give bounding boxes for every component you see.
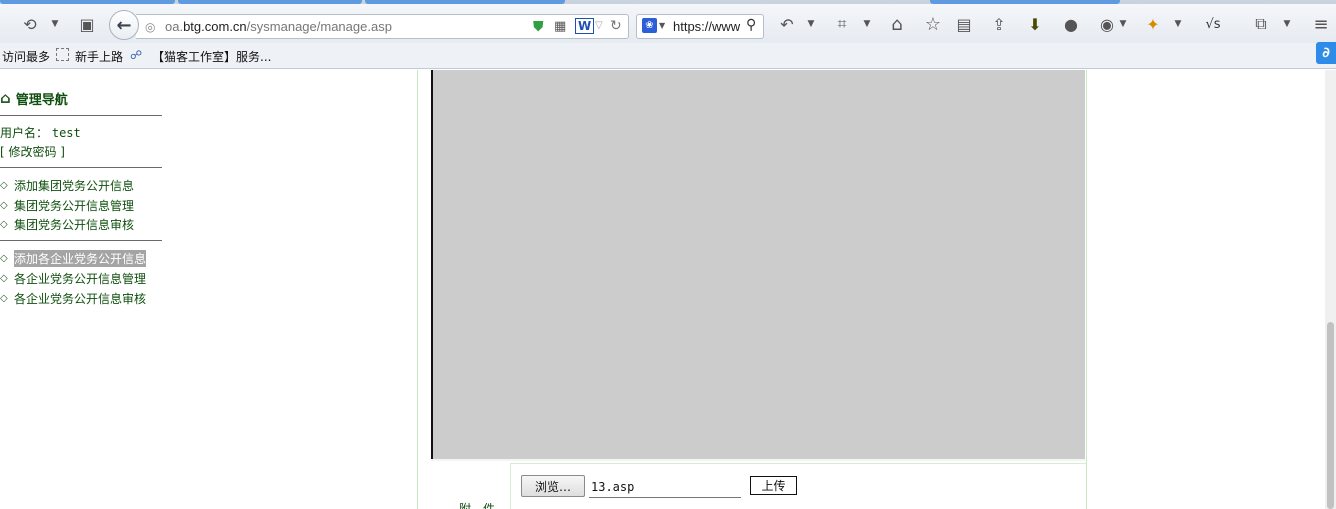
divider — [0, 167, 162, 168]
content-editor[interactable] — [431, 70, 1085, 459]
nav-heading: ⌂ 管理导航 — [0, 88, 68, 108]
crop-icon[interactable]: ⌗ — [831, 14, 853, 34]
form-frame: 附件 浏览… 上传 — [417, 70, 1087, 509]
word-icon[interactable]: W — [575, 18, 595, 34]
menu-label: 集团党务公开信息审核 — [14, 217, 135, 232]
change-password-link[interactable]: [ 修改密码 ] — [0, 143, 65, 160]
dropdown-icon[interactable]: ▽ — [595, 20, 603, 31]
bookmark-star-icon[interactable]: ☆ — [922, 13, 944, 35]
navigation-toolbar: ⟲ ▼ ▣ ◎ oa.btg.com.cn/sysmanage/manage.a… — [0, 4, 1336, 43]
download-icon[interactable]: ⬇ — [1024, 14, 1046, 34]
qr-code-icon[interactable]: ▦ — [554, 19, 566, 34]
home-icon[interactable]: ⌂ — [886, 13, 908, 35]
chevron-down-icon[interactable]: ▼ — [1280, 16, 1294, 32]
chevron-down-icon[interactable]: ▼ — [1171, 16, 1185, 32]
share-icon[interactable]: ⇪ — [988, 14, 1010, 34]
bookmark-maoke-studio[interactable]: 【猫客工作室】服务... — [152, 48, 271, 65]
sidebar-tool-icon[interactable]: ∂ — [1316, 42, 1336, 64]
globe-icon: ◎ — [145, 20, 156, 34]
menu-label: 各企业党务公开信息审核 — [14, 291, 147, 306]
addon-icon[interactable]: ◉ — [1096, 14, 1118, 34]
diamond-icon: ◇ — [0, 218, 8, 230]
diamond-icon: ◇ — [0, 272, 8, 284]
diamond-icon: ◇ — [0, 179, 8, 191]
username-label: 用户名： — [0, 126, 49, 140]
file-path-field[interactable] — [589, 476, 741, 498]
url-host: btg.com.cn — [183, 19, 247, 34]
script-toggle[interactable]: √s — [1200, 14, 1226, 34]
page-content: ⌂ 管理导航 用户名： test [ 修改密码 ] ◇ 添加集团党务公开信息 ◇… — [0, 70, 1325, 509]
divider — [0, 115, 162, 116]
address-bar[interactable]: ◎ oa.btg.com.cn/sysmanage/manage.asp ⛊ ▦… — [136, 14, 629, 39]
url-path: /sysmanage/manage.asp — [246, 19, 392, 34]
bookmark-most-visited[interactable]: 访问最多 — [2, 48, 50, 65]
bookmark-getting-started[interactable]: 新手上路 — [75, 48, 123, 65]
upload-row: 浏览… 上传 — [510, 463, 1086, 509]
chevron-down-icon[interactable]: ▼ — [860, 16, 874, 32]
reading-list-icon[interactable]: ▤ — [953, 14, 975, 34]
browse-button[interactable]: 浏览… — [521, 475, 585, 497]
search-engine-icon[interactable]: ❀ — [642, 18, 657, 33]
back-button[interactable]: ← — [109, 10, 139, 40]
bookmarks-toolbar: 访问最多 新手上路 ☍ 【猫客工作室】服务... — [0, 43, 1336, 69]
diamond-icon: ◇ — [0, 252, 8, 264]
attachment-label: 附件 — [459, 502, 508, 509]
reload-icon[interactable]: ↻ — [610, 18, 622, 34]
menu-add-group-info[interactable]: ◇ 添加集团党务公开信息 — [0, 177, 134, 193]
search-bar[interactable]: ❀ ▼ https://www ⚲ — [636, 14, 764, 39]
chevron-down-icon[interactable]: ▼ — [48, 16, 62, 32]
chevron-down-icon[interactable]: ▼ — [804, 16, 818, 32]
search-icon[interactable]: ⚲ — [746, 17, 756, 33]
menu-icon[interactable]: ≡ — [1308, 13, 1334, 35]
page-scrollbar[interactable] — [1325, 70, 1336, 509]
account-icon[interactable]: ● — [1060, 14, 1082, 34]
user-info: 用户名： test — [0, 124, 81, 141]
editor-bottom-border — [431, 459, 1085, 461]
management-sidebar: ⌂ 管理导航 用户名： test [ 修改密码 ] ◇ 添加集团党务公开信息 ◇… — [0, 70, 170, 509]
menu-review-company-info[interactable]: ◇ 各企业党务公开信息审核 — [0, 290, 146, 306]
history-icon[interactable]: ⟲ — [18, 14, 42, 34]
undo-icon[interactable]: ↶ — [776, 14, 798, 34]
page-icon — [56, 48, 69, 61]
shield-icon[interactable]: ⛊ — [533, 19, 544, 35]
diamond-icon: ◇ — [0, 292, 8, 304]
menu-label: 集团党务公开信息管理 — [14, 198, 135, 213]
url-text[interactable]: oa.btg.com.cn/sysmanage/manage.asp — [165, 19, 392, 34]
home-icon: ⌂ — [0, 89, 11, 107]
scrollbar-thumb[interactable] — [1327, 322, 1334, 509]
nav-title: 管理导航 — [15, 92, 68, 108]
screenshot-icon[interactable]: ▣ — [76, 14, 98, 34]
chevron-down-icon[interactable]: ▼ — [659, 21, 665, 30]
menu-review-group-info[interactable]: ◇ 集团党务公开信息审核 — [0, 216, 134, 232]
menu-label: 各企业党务公开信息管理 — [14, 271, 147, 286]
username-value: test — [51, 126, 81, 140]
diamond-icon: ◇ — [0, 199, 8, 211]
search-input[interactable]: https://www — [673, 19, 743, 34]
divider — [0, 240, 162, 241]
link-icon: ☍ — [130, 48, 143, 62]
menu-manage-group-info[interactable]: ◇ 集团党务公开信息管理 — [0, 197, 134, 213]
menu-label: 添加集团党务公开信息 — [14, 178, 135, 193]
chevron-down-icon[interactable]: ▼ — [1117, 16, 1129, 32]
upload-button[interactable]: 上传 — [750, 476, 797, 495]
extension-icon[interactable]: ✦ — [1142, 14, 1164, 34]
window-icon[interactable]: ⧉ — [1250, 14, 1272, 34]
menu-add-company-info[interactable]: ◇ 添加各企业党务公开信息 — [0, 249, 147, 267]
menu-manage-company-info[interactable]: ◇ 各企业党务公开信息管理 — [0, 270, 146, 286]
url-prefix: oa. — [165, 19, 184, 34]
menu-label: 添加各企业党务公开信息 — [14, 249, 147, 267]
